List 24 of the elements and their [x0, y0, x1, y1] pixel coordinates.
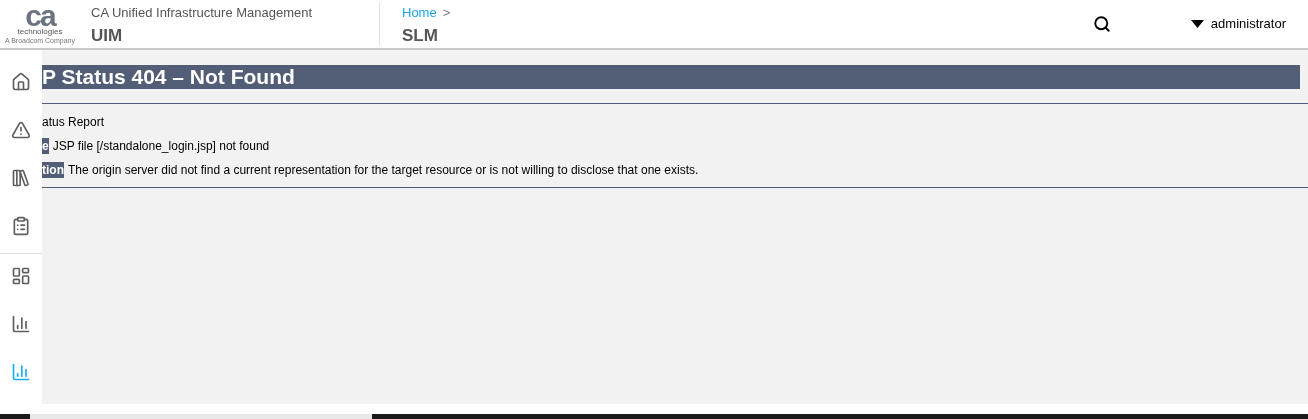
field-text: The origin server did not find a current representation for the target resource or is not willing to disclose that one exists. — [68, 162, 699, 178]
breadcrumb-separator: > — [442, 3, 451, 22]
scrollbar-thumb[interactable] — [30, 414, 372, 419]
library-icon — [11, 168, 31, 189]
chart-report-icon — [11, 361, 31, 382]
horizontal-scrollbar[interactable] — [0, 414, 1308, 419]
product-title: UIM — [91, 24, 124, 47]
clipboard-icon — [11, 216, 31, 237]
caret-icon — [1190, 20, 1204, 28]
search-icon[interactable] — [1092, 15, 1111, 33]
field-text: JSP file [/standalone_login.jsp] not found — [52, 138, 270, 154]
home-icon — [11, 72, 31, 92]
field-text: atus Report — [42, 114, 105, 130]
product-name: CA Unified Infrastructure Management — [91, 4, 314, 22]
dashboard-icon — [11, 265, 31, 286]
logo-mark: ca — [25, 4, 55, 28]
field-label: e — [42, 138, 49, 154]
field-label: tion — [42, 162, 64, 178]
bar-chart-icon — [11, 313, 31, 334]
user-menu-button[interactable]: administrator — [1190, 14, 1286, 34]
page-title: SLM — [402, 24, 439, 47]
logo-text: technologies — [17, 28, 63, 36]
error-heading: P Status 404 – Not Found — [42, 65, 1300, 89]
warning-icon — [11, 120, 31, 141]
